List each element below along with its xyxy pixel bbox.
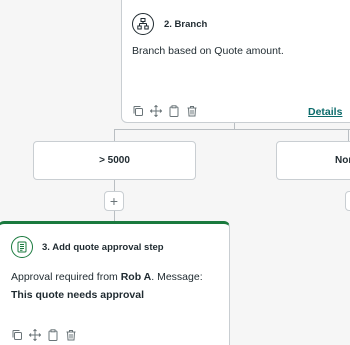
branch-condition-gt-5000[interactable]: > 5000 [33,141,196,180]
approval-step-title: 3. Add quote approval step [42,241,164,253]
branch-step-header: 2. Branch [132,13,207,35]
approval-step-header: 3. Add quote approval step [11,236,164,258]
branch-condition-other[interactable]: Nor [276,141,350,180]
approval-desc-prefix: Approval required from [11,271,121,283]
connector-line [348,129,349,141]
clipboard-icon[interactable] [47,329,59,341]
branch-condition-label: Nor [335,155,350,166]
approval-step-actions [11,329,77,341]
details-link[interactable]: Details [308,106,342,118]
approval-icon [11,236,33,258]
connector-line [114,179,115,191]
delete-icon[interactable] [186,105,198,117]
connector-line [114,129,350,130]
move-icon[interactable] [150,105,162,117]
plus-icon: + [109,193,119,209]
move-icon[interactable] [29,329,41,341]
delete-icon[interactable] [65,329,77,341]
approval-step-description: Approval required from Rob A. Message: T… [11,268,219,304]
approval-message: This quote needs approval [11,289,145,301]
approval-step-card[interactable]: 3. Add quote approval step Approval requ… [0,221,230,345]
add-step-button[interactable]: + [345,191,350,211]
approval-approver: Rob A [120,271,152,283]
workflow-canvas: 2. Branch Branch based on Quote amount. … [0,0,350,345]
branch-step-card[interactable]: 2. Branch Branch based on Quote amount. … [121,0,350,123]
branch-step-title: 2. Branch [164,18,208,30]
branch-step-actions [132,105,198,117]
approval-desc-middle: . Message: [151,271,203,283]
copy-icon[interactable] [132,105,144,117]
connector-line [114,129,115,141]
clipboard-icon[interactable] [168,105,180,117]
add-step-button[interactable]: + [104,191,124,211]
branch-icon [132,13,154,35]
branch-condition-label: > 5000 [99,155,130,166]
copy-icon[interactable] [11,329,23,341]
branch-step-description: Branch based on Quote amount. [132,45,284,57]
